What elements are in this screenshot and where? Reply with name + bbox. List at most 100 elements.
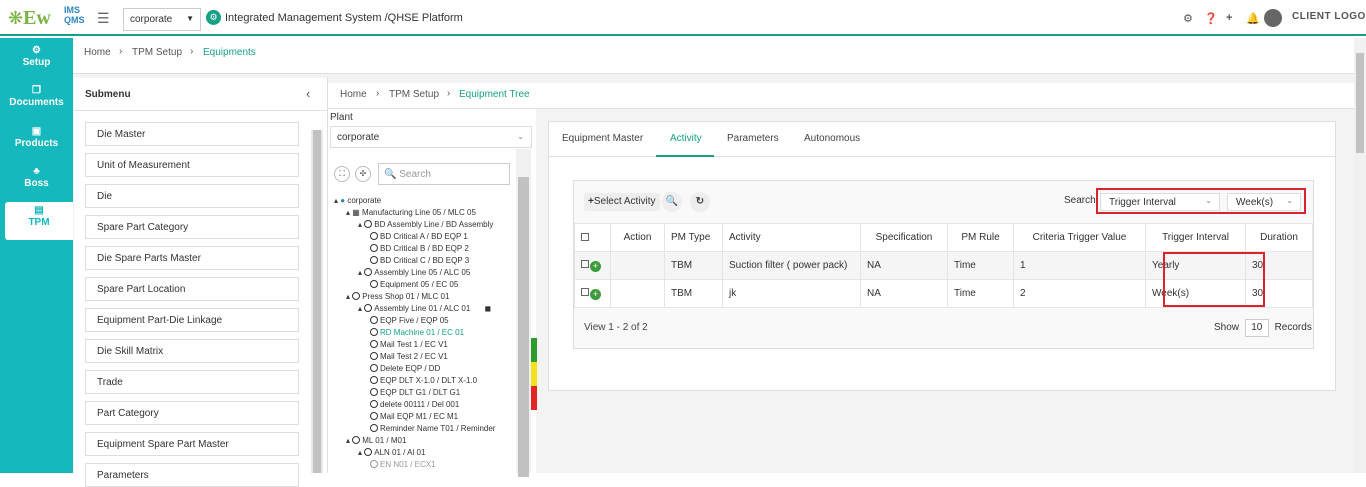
tree-node[interactable]: ▴ ▦ Manufacturing Line 05 / MLC 05 <box>346 207 476 219</box>
scrollbar-thumb[interactable] <box>313 130 321 473</box>
submenu-item[interactable]: Die <box>85 184 299 208</box>
select-activity-button[interactable]: +Select Activity <box>584 193 660 211</box>
tree-scrollbar[interactable] <box>516 149 531 477</box>
submenu-item[interactable]: Equipment Spare Part Master <box>85 432 299 456</box>
submenu-item[interactable]: Spare Part Category <box>85 215 299 239</box>
sidebar-item-label: Boss <box>24 178 49 189</box>
submenu-item[interactable]: Trade <box>85 370 299 394</box>
scrollbar-thumb[interactable] <box>518 177 529 477</box>
search-field-select[interactable]: Trigger Interval ⌄ <box>1100 193 1220 211</box>
app-title: Integrated Management System /QHSE Platf… <box>225 12 463 24</box>
tree-node[interactable]: Mail Test 2 / EC V1 <box>370 351 448 363</box>
tab-autonomous[interactable]: Autonomous <box>804 133 860 144</box>
tab-activity[interactable]: Activity <box>670 133 702 144</box>
gear-node-icon <box>370 460 378 468</box>
page-scrollbar[interactable] <box>1354 38 1366 473</box>
sidebar-item-tpm[interactable]: ▤ TPM <box>5 202 73 240</box>
collapse-all-icon[interactable]: ✣ <box>355 166 371 182</box>
column-header[interactable]: Trigger Interval <box>1145 223 1246 252</box>
breadcrumb-home[interactable]: Home <box>84 47 111 58</box>
gear-node-icon <box>370 376 378 384</box>
search-icon[interactable]: 🔍 <box>662 192 682 212</box>
tree-node[interactable]: Reminder Name T01 / Reminder <box>370 423 495 435</box>
breadcrumb-home[interactable]: Home <box>340 89 367 100</box>
submenu-item[interactable]: Part Category <box>85 401 299 425</box>
tree-node[interactable]: EQP DLT G1 / DLT G1 <box>370 387 460 399</box>
scrollbar-thumb[interactable] <box>1356 53 1364 153</box>
row-checkbox[interactable] <box>581 288 589 296</box>
company-select[interactable]: corporate ▼ <box>123 8 201 31</box>
tree-node[interactable]: Delete EQP / DD <box>370 363 440 375</box>
tree-search-input[interactable]: 🔍 Search <box>378 163 510 185</box>
row-checkbox[interactable] <box>581 260 589 268</box>
tree-node[interactable]: EN N01 / ECX1 <box>370 459 436 471</box>
settings-icon[interactable]: ⚙ <box>1183 12 1193 25</box>
tree-node-selected[interactable]: RD Machine 01 / EC 01 <box>370 327 464 339</box>
node-options-icon[interactable]: ◼ <box>485 304 492 313</box>
gears-icon: ⚙ <box>32 45 41 56</box>
submenu-item[interactable]: Die Master <box>85 122 299 146</box>
tree-node[interactable]: BD Critical B / BD EQP 2 <box>370 243 469 255</box>
page-size-input[interactable]: 10 <box>1244 319 1269 337</box>
tree-node[interactable]: BD Critical A / BD EQP 1 <box>370 231 468 243</box>
collapse-icon[interactable]: ‹ <box>306 86 310 101</box>
app-logo[interactable]: ❋ Ew IMS QMS <box>8 5 85 31</box>
submenu-item[interactable]: Spare Part Location <box>85 277 299 301</box>
submenu-item[interactable]: Die Spare Parts Master <box>85 246 299 270</box>
plant-select[interactable]: corporate ⌄ <box>330 126 532 148</box>
bell-icon[interactable]: 🔔 <box>1246 12 1260 25</box>
logo-ims: IMS <box>64 5 81 15</box>
menu-toggle-icon[interactable]: ☰ <box>97 10 110 27</box>
sidebar-item-boss[interactable]: ♣ Boss <box>0 163 73 201</box>
tree-node[interactable]: Mail EQP M1 / EC M1 <box>370 411 458 423</box>
tree-node[interactable]: EQP Five / EQP 05 <box>370 315 449 327</box>
refresh-icon[interactable]: ↻ <box>690 192 710 212</box>
tree-node[interactable]: ▴ ALN 01 / Al 01 <box>358 447 425 459</box>
chevron-down-icon: ⌄ <box>517 132 524 141</box>
submenu-item[interactable]: Unit of Measurement <box>85 153 299 177</box>
tree-node[interactable]: ▴ ● corporate <box>334 195 381 207</box>
add-row-icon[interactable]: + <box>590 261 601 272</box>
column-header[interactable]: Criteria Trigger Value <box>1013 223 1146 252</box>
column-header[interactable]: Specification <box>860 223 948 252</box>
breadcrumb-inner: Home › TPM Setup › Equipment Tree <box>328 83 1354 109</box>
column-header[interactable]: PM Type <box>664 223 723 252</box>
submenu-item[interactable]: Die Skill Matrix <box>85 339 299 363</box>
breadcrumb-tpm-setup[interactable]: TPM Setup <box>389 89 439 100</box>
tree-node[interactable]: ▴ Assembly Line 01 / ALC 01 ◼ <box>358 303 491 315</box>
submenu-scrollbar[interactable] <box>311 130 323 473</box>
column-header[interactable]: Activity <box>722 223 861 252</box>
help-icon[interactable]: ❓ <box>1204 12 1218 25</box>
tree-node[interactable]: ▴ ML 01 / M01 <box>346 435 406 447</box>
add-row-icon[interactable]: + <box>590 289 601 300</box>
breadcrumb-tpm-setup[interactable]: TPM Setup <box>132 47 182 58</box>
column-header[interactable]: PM Rule <box>947 223 1014 252</box>
tree-node-label: RD Machine 01 / EC 01 <box>380 328 465 337</box>
sidebar-item-documents[interactable]: ❐ Documents <box>0 82 73 120</box>
tab-equipment-master[interactable]: Equipment Master <box>562 133 643 144</box>
tree-node[interactable]: ▴ Press Shop 01 / MLC 01 <box>346 291 449 303</box>
select-all-checkbox[interactable] <box>581 233 589 241</box>
search-value-select[interactable]: Week(s) ⌄ <box>1227 193 1301 211</box>
breadcrumb-top: Home › TPM Setup › Equipments <box>73 38 1366 74</box>
tree-node[interactable]: ▴ BD Assembly Line / BD Assembly <box>358 219 493 231</box>
tree-node[interactable]: delete 00111 / Del 001 <box>370 399 459 411</box>
add-icon[interactable]: + <box>1226 12 1232 24</box>
tree-node[interactable]: ▴ Assembly Line 05 / ALC 05 <box>358 267 470 279</box>
tree-node[interactable]: EQP DLT X-1.0 / DLT X-1.0 <box>370 375 477 387</box>
search-field-value: Trigger Interval <box>1109 197 1176 208</box>
activity-cell: Suction filter ( power pack) <box>722 251 861 280</box>
submenu-item[interactable]: Equipment Part-Die Linkage <box>85 308 299 332</box>
client-logo: CLIENT LOGO <box>1292 11 1366 22</box>
tab-parameters[interactable]: Parameters <box>727 133 779 144</box>
submenu-item[interactable]: Parameters <box>85 463 299 487</box>
column-header[interactable]: Action <box>610 223 665 252</box>
sidebar-item-products[interactable]: ▣ Products <box>0 123 73 161</box>
tree-node[interactable]: Equipment 05 / EC 05 <box>370 279 458 291</box>
column-header[interactable]: Duration <box>1245 223 1313 252</box>
expand-all-icon[interactable]: ⛶ <box>334 166 350 182</box>
tree-node[interactable]: BD Critical C / BD EQP 3 <box>370 255 469 267</box>
sidebar-item-setup[interactable]: ⚙ Setup <box>0 42 73 80</box>
user-avatar[interactable] <box>1264 9 1282 27</box>
tree-node[interactable]: Mail Test 1 / EC V1 <box>370 339 448 351</box>
